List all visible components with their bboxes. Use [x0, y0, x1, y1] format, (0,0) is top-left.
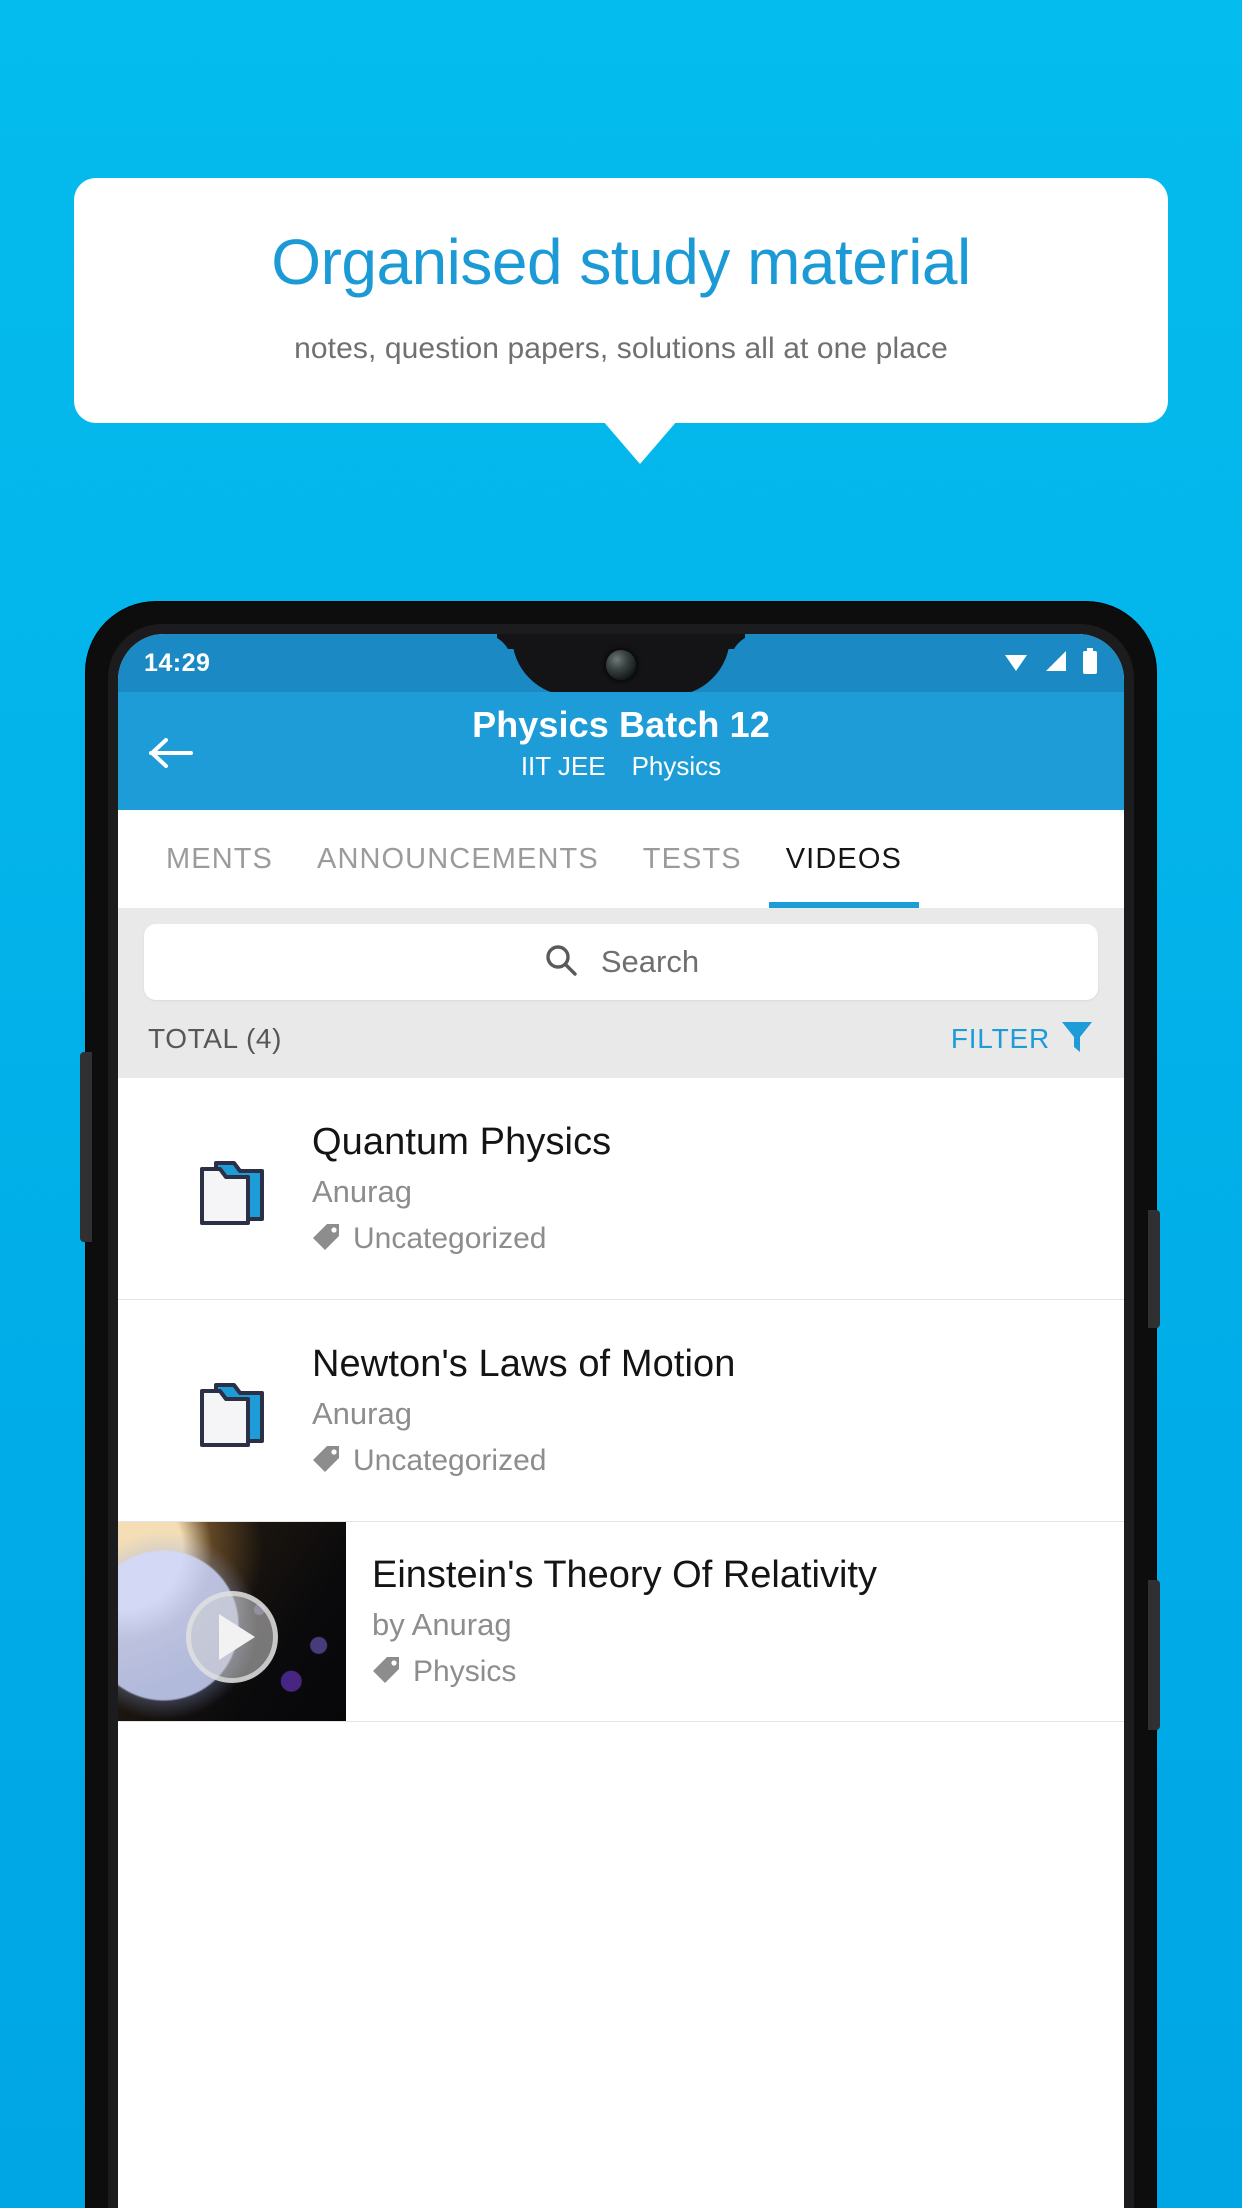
app-bar: Physics Batch 12 IIT JEE Physics: [118, 692, 1124, 810]
filter-label: FILTER: [950, 1023, 1050, 1054]
app-bar-subtitle: IIT JEE Physics: [521, 751, 721, 782]
tab-videos[interactable]: VIDEOS: [764, 810, 924, 908]
video-thumbnail[interactable]: [118, 1522, 346, 1721]
list-toolbar: TOTAL (4) FILTER: [144, 1000, 1098, 1078]
list-item-title: Quantum Physics: [312, 1120, 612, 1163]
filter-button[interactable]: FILTER: [951, 1019, 1094, 1060]
promo-card: Organised study material notes, question…: [74, 178, 1168, 423]
tab-announcements[interactable]: ANNOUNCEMENTS: [295, 810, 621, 908]
search-input[interactable]: Search: [144, 924, 1098, 1000]
page-title: Physics Batch 12: [472, 704, 770, 745]
list-item-title: Newton's Laws of Motion: [312, 1342, 736, 1385]
filter-funnel-icon: [1060, 1019, 1094, 1060]
status-bar: 14:29: [118, 634, 1124, 696]
search-section: Search TOTAL (4) FILTER: [118, 908, 1124, 1078]
power-button[interactable]: [1148, 1580, 1160, 1730]
play-icon[interactable]: [186, 1591, 278, 1684]
search-icon: [543, 942, 579, 983]
page-title: Organised study material: [271, 225, 971, 298]
speech-bubble-tail: [603, 421, 677, 464]
folder-icon: [152, 1147, 312, 1231]
list-item-text: Newton's Laws of Motion Anurag Uncategor…: [312, 1343, 736, 1479]
volume-button[interactable]: [1148, 1210, 1160, 1328]
status-icon-group: [1002, 647, 1098, 679]
list-item[interactable]: Newton's Laws of Motion Anurag Uncategor…: [118, 1300, 1124, 1522]
list-item-tag-label: Uncategorized: [353, 1444, 547, 1477]
list-item-tag-label: Physics: [413, 1655, 517, 1688]
list-item-text: Quantum Physics Anurag Uncategorized: [312, 1121, 611, 1257]
tab-assignments[interactable]: MENTS: [144, 810, 295, 908]
camera-notch: [512, 634, 730, 696]
list-item[interactable]: Einstein's Theory Of Relativity by Anura…: [118, 1522, 1124, 1722]
status-time: 14:29: [144, 648, 211, 677]
phone-mockup: 14:29 Physics Batch 12 IIT JEE Physics M…: [80, 602, 1160, 2208]
search-placeholder: Search: [600, 944, 700, 979]
list-item-author: by Anurag: [372, 1606, 512, 1642]
list-item-tag: Uncategorized: [312, 1444, 736, 1479]
app-bar-titles: Physics Batch 12 IIT JEE Physics: [118, 704, 1124, 782]
list-item-text: Einstein's Theory Of Relativity by Anura…: [346, 1522, 877, 1721]
back-arrow-icon[interactable]: [146, 732, 198, 774]
list-item-tag-label: Uncategorized: [353, 1222, 547, 1255]
tag-icon: [372, 1655, 402, 1690]
phone-screen: 14:29 Physics Batch 12 IIT JEE Physics M…: [118, 634, 1124, 2208]
batch-exam-label: IIT JEE: [520, 751, 606, 781]
tag-icon: [312, 1444, 342, 1479]
list-item[interactable]: Quantum Physics Anurag Uncategorized: [118, 1078, 1124, 1300]
page-subtitle: notes, question papers, solutions all at…: [294, 332, 948, 366]
list-item-title: Einstein's Theory Of Relativity: [372, 1553, 877, 1596]
tab-tests[interactable]: TESTS: [621, 810, 764, 908]
signal-icon: [1043, 649, 1069, 678]
left-side-button[interactable]: [80, 1052, 92, 1242]
total-count-label: TOTAL (4): [148, 1023, 283, 1054]
list-item-author: Anurag: [312, 1173, 412, 1209]
batch-subject-label: Physics: [631, 751, 722, 781]
content-list: Quantum Physics Anurag Uncategorized New…: [118, 1078, 1124, 1722]
list-item-tag: Uncategorized: [312, 1222, 611, 1257]
tab-bar: MENTS ANNOUNCEMENTS TESTS VIDEOS: [118, 810, 1124, 908]
folder-icon: [152, 1369, 312, 1453]
list-item-author: Anurag: [312, 1395, 412, 1431]
battery-icon: [1082, 647, 1098, 679]
tag-icon: [312, 1222, 342, 1257]
list-item-tag: Physics: [372, 1655, 877, 1690]
wifi-icon: [1002, 649, 1030, 678]
front-camera-icon: [606, 650, 636, 680]
